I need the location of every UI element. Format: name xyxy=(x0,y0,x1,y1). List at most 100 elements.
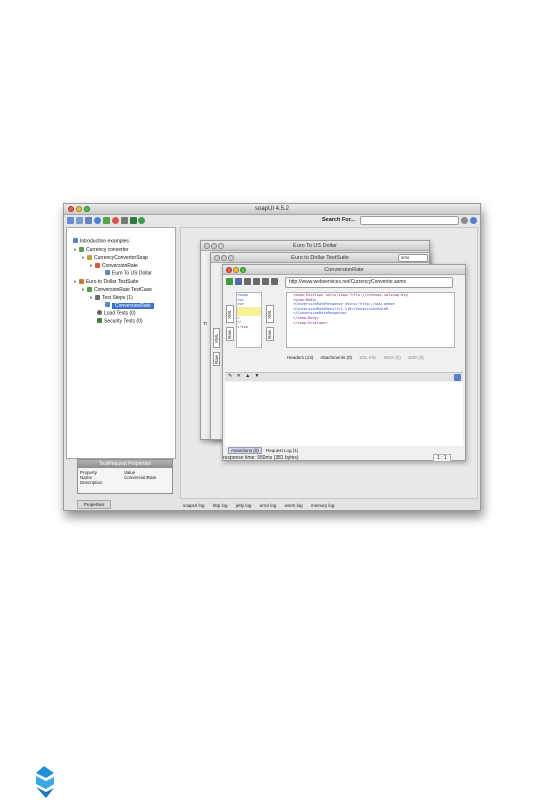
tree-item-test-steps[interactable]: ▼ Test Steps (1) xyxy=(89,294,133,302)
test-steps-icon xyxy=(94,294,100,300)
navigator-panel: Introduction examples ▼ Currency converte… xyxy=(66,227,176,459)
expand-arrow-icon[interactable]: ▼ xyxy=(73,278,77,285)
main-toolbar: Search For... xyxy=(64,215,480,227)
submit-request-icon[interactable] xyxy=(226,278,233,285)
import-project-icon[interactable] xyxy=(76,217,83,224)
ssl-info-tab[interactable]: SSL Info xyxy=(359,355,376,360)
move-up-icon[interactable]: ▲ xyxy=(245,373,250,379)
window-titlebar: soapUI 4.5.2 xyxy=(64,204,480,215)
side-tab-raw[interactable]: Raw xyxy=(266,327,274,341)
close-window-icon[interactable] xyxy=(68,206,74,212)
request-icon xyxy=(105,270,110,275)
side-tab-xml[interactable]: XML xyxy=(266,305,274,323)
log-tab-http[interactable]: http log xyxy=(213,503,228,508)
help-icon[interactable] xyxy=(454,374,461,381)
remove-assertion-icon[interactable]: ✕ xyxy=(237,373,241,379)
cursor-position: 1 : 1 xyxy=(433,454,451,462)
zoom-window-icon[interactable] xyxy=(240,267,246,273)
properties-table: Property Value Name ConversionRate Descrip… xyxy=(80,470,170,486)
save-all-icon[interactable] xyxy=(85,217,92,224)
zoom-window-icon[interactable] xyxy=(228,255,234,261)
log-tab-error[interactable]: error log xyxy=(260,503,277,508)
window-title: Euro To US Dollar xyxy=(293,243,337,249)
tree-item-operation[interactable]: ▼ ConversionRate xyxy=(89,262,138,270)
window-title: Euro to Dollar TestSuite xyxy=(291,255,349,261)
zoom-window-icon[interactable] xyxy=(218,243,224,249)
expand-arrow-icon[interactable]: ▼ xyxy=(89,262,93,269)
maximize-pane-icon[interactable] xyxy=(271,278,278,285)
proxy-icon[interactable] xyxy=(130,217,137,224)
property-row[interactable]: Description xyxy=(80,480,170,485)
response-meta-tabs: Headers (13) Attachments (0) SSL Info WS… xyxy=(287,355,430,360)
request-editor[interactable]: <soap <se <se < </ </soa xyxy=(236,292,262,348)
log-tab-memory[interactable]: memory log xyxy=(311,503,335,508)
expand-arrow-icon[interactable]: ▼ xyxy=(81,286,85,293)
new-project-icon[interactable] xyxy=(67,217,74,224)
assertions-tab[interactable]: Assertions (0) xyxy=(228,447,262,454)
trial-icon[interactable] xyxy=(103,217,110,224)
side-tab-raw[interactable]: Raw xyxy=(226,327,234,341)
interface-icon xyxy=(86,254,92,260)
log-tab-wsrm[interactable]: wsrm log xyxy=(285,503,303,508)
jms-tab[interactable]: JMS (0) xyxy=(408,355,424,360)
close-window-icon[interactable] xyxy=(214,255,220,261)
expand-arrow-icon[interactable]: ▼ xyxy=(81,254,85,261)
minimize-window-icon[interactable] xyxy=(211,243,217,249)
add-assertion-icon[interactable] xyxy=(235,278,242,285)
online-help-icon[interactable] xyxy=(470,217,477,224)
log-tab-jetty[interactable]: jetty log xyxy=(236,503,252,508)
headers-tab[interactable]: Headers (13) xyxy=(287,355,313,360)
split-icon[interactable] xyxy=(253,278,260,285)
tree-item-testsuite[interactable]: ▼ Euro to Dollar TestSuite xyxy=(73,278,138,286)
tabs-icon[interactable] xyxy=(262,278,269,285)
attachments-tab[interactable]: Attachments (0) xyxy=(320,355,352,360)
tree-item-load-tests[interactable]: Load Tests (0) xyxy=(97,310,136,318)
tree-item-interface[interactable]: ▼ CurrencyConvertorSoap xyxy=(81,254,148,262)
tree-item-testcase[interactable]: ▼ ConversionRate TestCase xyxy=(81,286,152,294)
preferences-icon[interactable] xyxy=(121,217,128,224)
side-tab-xml[interactable]: XML xyxy=(213,328,220,348)
tree-project-root[interactable]: Introduction examples xyxy=(73,238,129,246)
side-tab-xml[interactable]: XML xyxy=(226,305,234,323)
side-tab-raw[interactable]: Raw xyxy=(213,352,220,366)
endpoint-url-field[interactable]: http://www.webservicex.net/CurrencyConve… xyxy=(285,277,453,288)
testcase-icon xyxy=(86,286,92,292)
log-tab-soapui[interactable]: soapUI log xyxy=(183,503,205,508)
tree-item-test-step[interactable]: ConversionRate xyxy=(105,302,154,310)
minimize-window-icon[interactable] xyxy=(76,206,82,212)
search-go-icon[interactable] xyxy=(461,217,468,224)
stop-icon[interactable] xyxy=(112,217,119,224)
window-conversion-rate[interactable]: ConversionRate http://www.webservicex.ne… xyxy=(222,264,466,462)
assertion-list[interactable] xyxy=(225,382,463,446)
wss-tab[interactable]: WSS (0) xyxy=(384,355,401,360)
minimize-window-icon[interactable] xyxy=(221,255,227,261)
window-title: soapUI 4.5.2 xyxy=(254,206,290,212)
close-window-icon[interactable] xyxy=(204,243,210,249)
request-log-tab[interactable]: Request Log (1) xyxy=(266,448,298,453)
smartbear-logo xyxy=(36,766,54,798)
expand-arrow-icon[interactable]: ▼ xyxy=(73,246,77,253)
stack-label: Tr xyxy=(203,321,208,326)
expand-arrow-icon[interactable]: ▼ xyxy=(89,294,93,301)
endpoint-combo[interactable]: sms xyxy=(398,254,428,262)
operation-icon xyxy=(94,262,100,268)
properties-tab[interactable]: Properties xyxy=(77,500,111,509)
tree-item-request[interactable]: Euro To US Dollar xyxy=(105,270,152,278)
minimize-window-icon[interactable] xyxy=(233,267,239,273)
assertion-toolbar: ✎ ✕ ▲ ▼ xyxy=(225,372,463,381)
inspector-tabs: Assertions (0) Request Log (1) xyxy=(228,447,298,454)
search-input[interactable] xyxy=(360,216,459,225)
tree-item-security-tests[interactable]: Security Tests (0) xyxy=(97,318,143,326)
tree-item-currency-converter[interactable]: ▼ Currency converter xyxy=(73,246,128,254)
load-test-icon xyxy=(97,310,102,315)
workspace-icon xyxy=(73,238,78,243)
add-assertion-icon[interactable]: ✎ xyxy=(228,373,232,379)
window-title: ConversionRate xyxy=(324,267,364,273)
close-window-icon[interactable] xyxy=(226,267,232,273)
response-editor[interactable]: <soap:Envelope xmlns:soap="http://schema… xyxy=(286,292,455,348)
layout-icon[interactable] xyxy=(244,278,251,285)
help-icon[interactable] xyxy=(138,217,145,224)
move-down-icon[interactable]: ▼ xyxy=(255,373,260,379)
forum-icon[interactable] xyxy=(94,217,101,224)
zoom-window-icon[interactable] xyxy=(84,206,90,212)
